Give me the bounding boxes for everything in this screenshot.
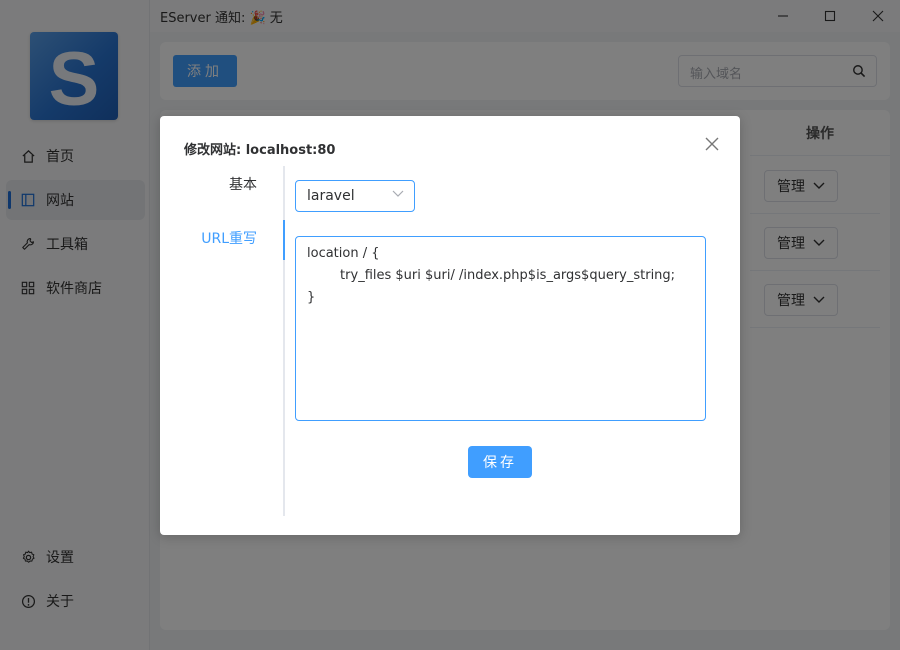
preset-value: laravel bbox=[307, 188, 355, 204]
dialog-tabs: 基本 URL重写 bbox=[184, 166, 285, 516]
save-button[interactable]: 保存 bbox=[468, 446, 532, 478]
rewrite-rules-textarea[interactable]: location / { try_files $uri $uri/ /index… bbox=[295, 236, 706, 421]
rewrite-preset-select[interactable]: laravel bbox=[295, 180, 415, 212]
dialog-close-button[interactable] bbox=[704, 136, 720, 152]
tab-basic[interactable]: 基本 bbox=[182, 166, 283, 202]
tab-url-rewrite[interactable]: URL重写 bbox=[182, 220, 285, 260]
edit-site-dialog: 修改网站: localhost:80 基本 URL重写 laravel loca… bbox=[160, 116, 740, 535]
dialog-title: 修改网站: localhost:80 bbox=[184, 143, 336, 158]
close-icon bbox=[705, 137, 719, 151]
chevron-down-icon bbox=[392, 190, 404, 198]
